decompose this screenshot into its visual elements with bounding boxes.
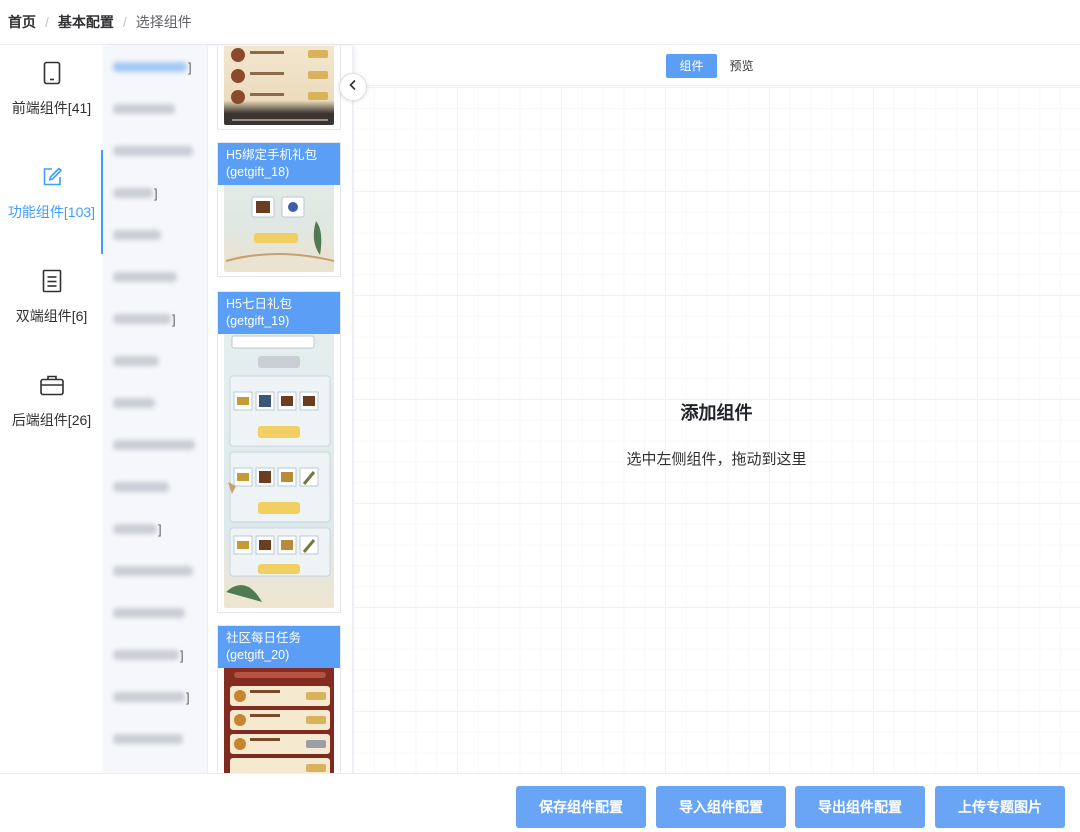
component-name-item[interactable]: ] (103, 676, 208, 718)
tab-component[interactable]: 组件 (666, 53, 717, 78)
thumbnail-preview-image (224, 292, 334, 608)
component-name-item[interactable] (103, 424, 208, 466)
document-icon (39, 268, 65, 294)
component-name-item[interactable] (103, 466, 208, 508)
breadcrumb: 首页 / 基本配置 / 选择组件 (0, 0, 1080, 45)
category-dual[interactable]: 双端组件[6] (0, 254, 103, 358)
empty-state-hint: 选中左侧组件，拖动到这里 (626, 451, 807, 468)
component-name-item[interactable]: ] (103, 46, 208, 88)
component-name-item[interactable] (103, 130, 208, 172)
breadcrumb-separator: / (122, 14, 127, 30)
component-name-item[interactable] (103, 550, 208, 592)
component-name-item[interactable]: ] (103, 634, 208, 676)
component-name-item[interactable] (103, 88, 208, 130)
breadcrumb-current: 选择组件 (135, 14, 192, 30)
component-thumbnail[interactable] (217, 46, 341, 130)
component-thumbnail[interactable]: H5七日礼包 (getgift_19) (217, 291, 341, 613)
canvas-tabs: 组件 预览 (353, 46, 1080, 86)
tab-preview[interactable]: 预览 (717, 54, 767, 78)
breadcrumb-home[interactable]: 首页 (8, 12, 36, 32)
tablet-icon (39, 60, 65, 86)
component-name-item[interactable]: ] (103, 508, 208, 550)
collapse-panel-button[interactable] (339, 73, 367, 101)
thumbnail-preview-image (224, 46, 334, 125)
thumbnail-caption: H5七日礼包 (getgift_19) (218, 292, 340, 334)
component-name-item[interactable]: ] (103, 172, 208, 214)
component-name-item[interactable] (103, 382, 208, 424)
component-name-item[interactable] (103, 592, 208, 634)
blurred-bracket: ] (158, 521, 162, 537)
category-label: 后端组件[26] (11, 412, 92, 428)
canvas-area: 组件 预览 添加组件 选中左侧组件，拖动到这里 (353, 46, 1080, 773)
blurred-bracket: ] (188, 59, 192, 75)
empty-state-title: 添加组件 (680, 403, 753, 423)
component-thumbnail-list: H5绑定手机礼包 (getgift_18) H5七日礼包 (getgift_19… (217, 46, 341, 773)
category-nav: 前端组件[41] 功能组件[103] 双端组件[6] 后端组件[26] (0, 46, 103, 773)
export-config-button[interactable]: 导出组件配置 (795, 786, 925, 828)
component-name-item[interactable]: ] (103, 298, 208, 340)
component-thumbnail[interactable]: 社区每日任务 (getgift_20) (217, 625, 341, 773)
category-label: 功能组件[103] (7, 204, 96, 220)
component-name-item[interactable] (103, 718, 208, 760)
component-name-item[interactable] (103, 214, 208, 256)
component-thumbnail[interactable]: H5绑定手机礼包 (getgift_18) (217, 142, 341, 277)
footer-toolbar: 保存组件配置 导入组件配置 导出组件配置 上传专题图片 (0, 773, 1080, 832)
blurred-bracket: ] (154, 185, 158, 201)
category-label: 前端组件[41] (11, 100, 92, 116)
chevron-left-icon (347, 78, 359, 96)
briefcase-icon (39, 372, 65, 398)
edit-icon (39, 164, 65, 190)
component-name-item[interactable] (103, 256, 208, 298)
component-name-item[interactable] (103, 340, 208, 382)
thumbnail-caption: H5绑定手机礼包 (getgift_18) (218, 143, 340, 185)
component-list-panel: ] ] ] ] ] ] H5绑定手机礼包 (getgift_18) H5七日礼包… (103, 46, 353, 773)
blurred-bracket: ] (172, 311, 176, 327)
category-frontend[interactable]: 前端组件[41] (0, 46, 103, 150)
category-label: 双端组件[6] (15, 308, 88, 324)
component-name-list: ] ] ] ] ] ] (103, 46, 208, 773)
category-functional[interactable]: 功能组件[103] (0, 150, 103, 254)
blurred-bracket: ] (186, 689, 190, 705)
save-config-button[interactable]: 保存组件配置 (516, 786, 646, 828)
thumbnail-caption: 社区每日任务 (getgift_20) (218, 626, 340, 668)
breadcrumb-separator: / (45, 14, 49, 30)
breadcrumb-basic-config[interactable]: 基本配置 (58, 12, 114, 32)
drop-zone-grid[interactable] (353, 87, 1080, 773)
blurred-bracket: ] (180, 647, 184, 663)
upload-image-button[interactable]: 上传专题图片 (935, 786, 1065, 828)
import-config-button[interactable]: 导入组件配置 (656, 786, 786, 828)
category-backend[interactable]: 后端组件[26] (0, 358, 103, 462)
